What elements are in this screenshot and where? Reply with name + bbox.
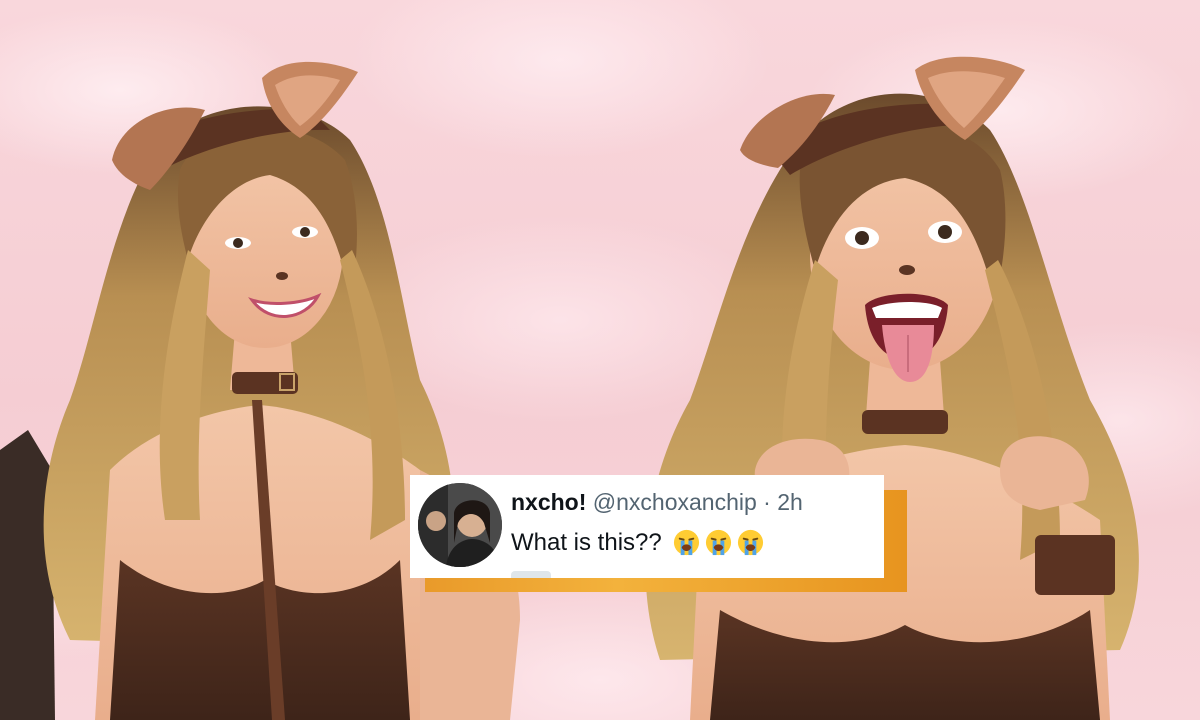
tweet-text: What is this?? xyxy=(511,528,662,556)
loudly-crying-face-icon xyxy=(737,529,763,556)
meme-image: nxcho! @nxchoxanchip · 2h What is this?? xyxy=(0,0,1200,720)
display-name[interactable]: nxcho! xyxy=(511,489,586,515)
tweet-header: nxcho! @nxchoxanchip · 2h xyxy=(511,489,803,516)
left-photo-figure xyxy=(43,61,520,720)
photo-collage xyxy=(0,56,1139,720)
separator-dot: · xyxy=(763,489,771,515)
loudly-crying-face-icon xyxy=(673,529,699,556)
right-photo-figure xyxy=(645,56,1139,720)
tweet-cutoff-element xyxy=(511,571,551,578)
tweet-card: nxcho! @nxchoxanchip · 2h What is this?? xyxy=(410,475,884,578)
loudly-crying-face-icon xyxy=(705,529,731,556)
tweet-text-row: What is this?? xyxy=(511,528,765,557)
avatar-photo xyxy=(418,483,502,567)
tweet-time[interactable]: 2h xyxy=(777,489,803,515)
avatar xyxy=(418,483,502,567)
user-handle[interactable]: @nxchoxanchip xyxy=(593,489,757,515)
emoji-row xyxy=(672,528,765,557)
dark-background-edge xyxy=(0,430,55,720)
